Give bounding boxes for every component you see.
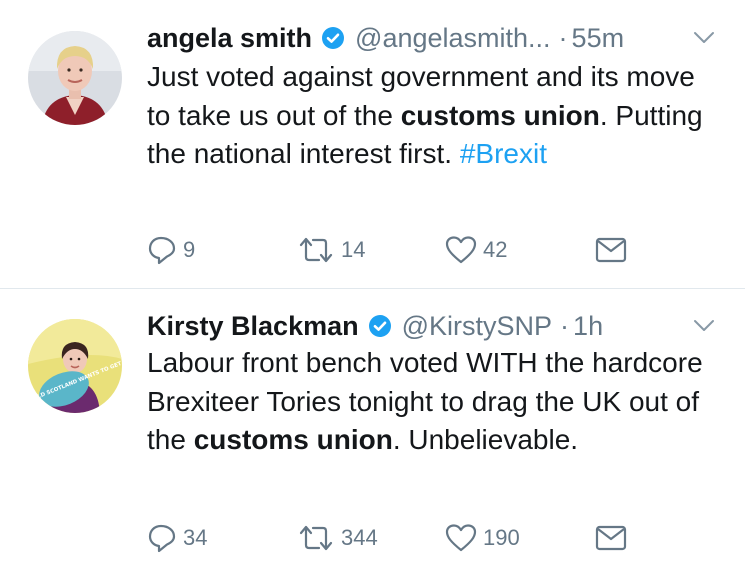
user-handle[interactable]: @KirstySNP [402, 311, 552, 342]
chevron-down-icon[interactable] [693, 31, 715, 45]
tweet-actions: 9 14 42 [147, 233, 637, 267]
retweet-count: 14 [341, 237, 366, 262]
display-name[interactable]: Kirsty Blackman [147, 311, 359, 342]
reply-icon [148, 236, 176, 265]
timestamp[interactable]: 55m [572, 23, 625, 54]
tweet-text: Labour front bench voted WITH the hardco… [147, 344, 707, 460]
tweet[interactable]: STOP THE WORLD SCOTLAND WANTS TO GET ON … [0, 289, 745, 574]
direct-message-button[interactable] [595, 233, 627, 267]
separator-dot: · [558, 22, 568, 53]
verified-badge-icon [322, 27, 345, 49]
tweet-text-bold: customs union [193, 424, 393, 455]
like-count: 190 [483, 525, 520, 550]
avatar[interactable] [28, 31, 122, 125]
avatar-photo: STOP THE WORLD SCOTLAND WANTS TO GET ON [28, 319, 122, 413]
reply-button[interactable]: 34 [147, 521, 207, 555]
retweet-button[interactable]: 344 [297, 521, 378, 555]
retweet-icon [299, 525, 333, 551]
tweet-text-part: . Unbelievable. [392, 424, 579, 455]
retweet-icon [299, 237, 333, 263]
tweet-text-bold: customs union [400, 99, 600, 131]
reply-count: 34 [183, 525, 208, 550]
avatar-photo [28, 31, 122, 125]
heart-icon [445, 524, 477, 552]
retweet-count: 344 [341, 525, 378, 550]
retweet-button[interactable]: 14 [297, 233, 365, 267]
hashtag-link[interactable]: #Brexit [460, 138, 547, 169]
user-handle[interactable]: @angelasmith... [355, 23, 551, 54]
direct-message-button[interactable] [595, 521, 627, 555]
envelope-icon [595, 237, 627, 263]
reply-count: 9 [183, 237, 196, 262]
reply-icon [148, 524, 176, 553]
like-count: 42 [483, 237, 508, 262]
display-name[interactable]: angela smith [147, 23, 312, 54]
tweet-actions: 34 344 190 [147, 521, 637, 555]
heart-icon [445, 236, 477, 264]
like-button[interactable]: 190 [445, 521, 520, 555]
reply-button[interactable]: 9 [147, 233, 195, 267]
chevron-down-icon[interactable] [693, 319, 715, 333]
separator-dot: · [560, 310, 570, 341]
envelope-icon [595, 525, 627, 551]
verified-badge-icon [368, 315, 391, 337]
timestamp[interactable]: 1h [573, 311, 603, 342]
tweet-text: Just voted against government and its mo… [147, 58, 707, 174]
like-button[interactable]: 42 [445, 233, 507, 267]
avatar[interactable]: STOP THE WORLD SCOTLAND WANTS TO GET ON [28, 319, 122, 413]
tweet[interactable]: angela smith @angelasmith... · 55m Just … [0, 0, 745, 288]
